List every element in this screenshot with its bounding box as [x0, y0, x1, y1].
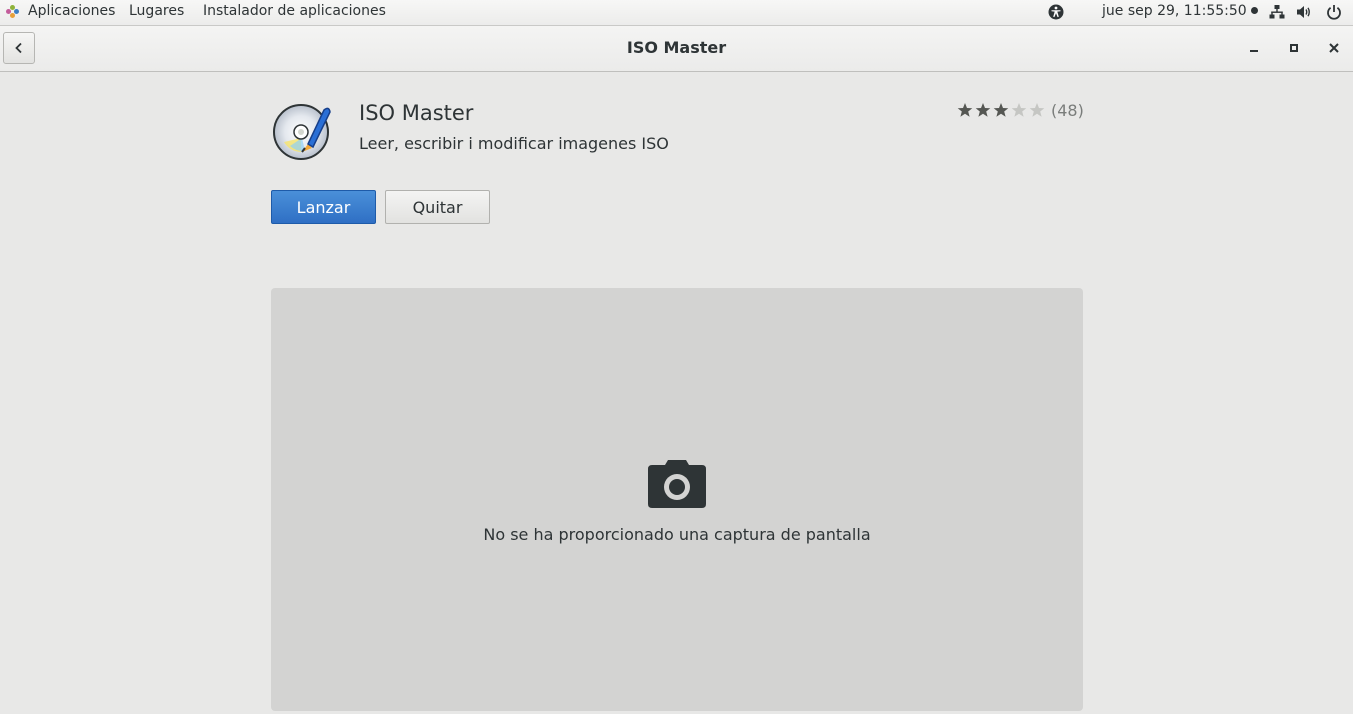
software-installer-menu[interactable]: Instalador de aplicaciones: [203, 0, 386, 25]
maximize-icon[interactable]: [1287, 41, 1301, 55]
app-summary: Leer, escribir i modificar imagenes ISO: [359, 134, 669, 153]
clock[interactable]: jue sep 29, 11:55:50: [1102, 0, 1258, 25]
app-icon: [273, 104, 331, 160]
accessibility-icon[interactable]: [1048, 4, 1064, 20]
minimize-icon[interactable]: [1247, 41, 1261, 55]
app-name: ISO Master: [359, 101, 474, 125]
places-menu[interactable]: Lugares: [129, 0, 184, 25]
clock-text: jue sep 29, 11:55:50: [1102, 3, 1247, 19]
launch-button[interactable]: Lanzar: [271, 190, 376, 224]
window-title: ISO Master: [626, 38, 727, 57]
star-filled-icon: [957, 103, 973, 117]
review-count: (48): [1051, 101, 1084, 120]
star-empty-icon: [1029, 103, 1045, 117]
star-empty-icon: [1011, 103, 1027, 117]
screenshot-placeholder: No se ha proporcionado una captura de pa…: [271, 288, 1083, 711]
volume-icon[interactable]: [1296, 4, 1312, 20]
star-filled-icon: [975, 103, 991, 117]
notification-dot: [1250, 7, 1258, 14]
power-icon[interactable]: [1326, 4, 1342, 20]
applications-menu[interactable]: Aplicaciones: [28, 0, 115, 25]
header-bar: ISO Master: [0, 26, 1353, 72]
stars: [957, 101, 1047, 120]
top-panel: Aplicaciones Lugares Instalador de aplic…: [0, 0, 1353, 26]
network-icon[interactable]: [1269, 4, 1285, 20]
camera-icon: [648, 460, 706, 508]
applications-menu-icon: [6, 5, 20, 19]
no-screenshot-message: No se ha proporcionado una captura de pa…: [483, 525, 871, 544]
star-filled-icon: [993, 103, 1009, 117]
close-icon[interactable]: [1327, 41, 1341, 55]
star-rating[interactable]: (48): [957, 101, 1084, 123]
remove-button[interactable]: Quitar: [385, 190, 490, 224]
